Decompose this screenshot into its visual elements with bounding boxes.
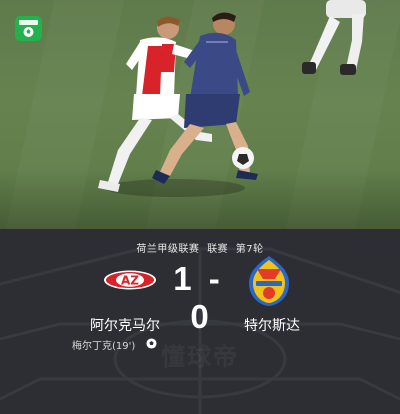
match-photo	[0, 0, 400, 229]
scoreline: 1 - 0	[165, 260, 235, 336]
home-team-name[interactable]: 阿尔克马尔	[80, 315, 170, 335]
round-name: 第7轮	[235, 244, 264, 255]
home-score: 1	[173, 260, 193, 297]
away-team-name[interactable]: 特尔斯达	[232, 315, 312, 335]
home-logo-text: AZ	[121, 274, 139, 288]
away-team-logo[interactable]	[247, 255, 291, 307]
watermark-text: 懂球帝	[161, 343, 239, 371]
soccer-ball-icon	[19, 20, 38, 37]
score-separator: -	[208, 260, 221, 297]
players-illustration	[98, 0, 366, 197]
home-team-logo[interactable]: AZ	[103, 270, 157, 290]
league-round-label: 荷兰甲级联赛 联赛 第7轮	[0, 240, 400, 255]
league-name: 荷兰甲级联赛	[136, 244, 200, 255]
stage-name: 联赛	[207, 244, 229, 255]
app-logo-badge[interactable]	[15, 16, 42, 41]
goal-scorer: 梅尔丁克(19')	[72, 341, 136, 352]
background-player	[302, 0, 366, 75]
soccer-ball	[232, 147, 254, 169]
away-score: 0	[190, 298, 210, 335]
match-info-panel[interactable]: 荷兰甲级联赛 联赛 第7轮 AZ 1 - 0 阿尔克马尔 特尔斯达 梅尔丁克(1…	[0, 229, 400, 414]
